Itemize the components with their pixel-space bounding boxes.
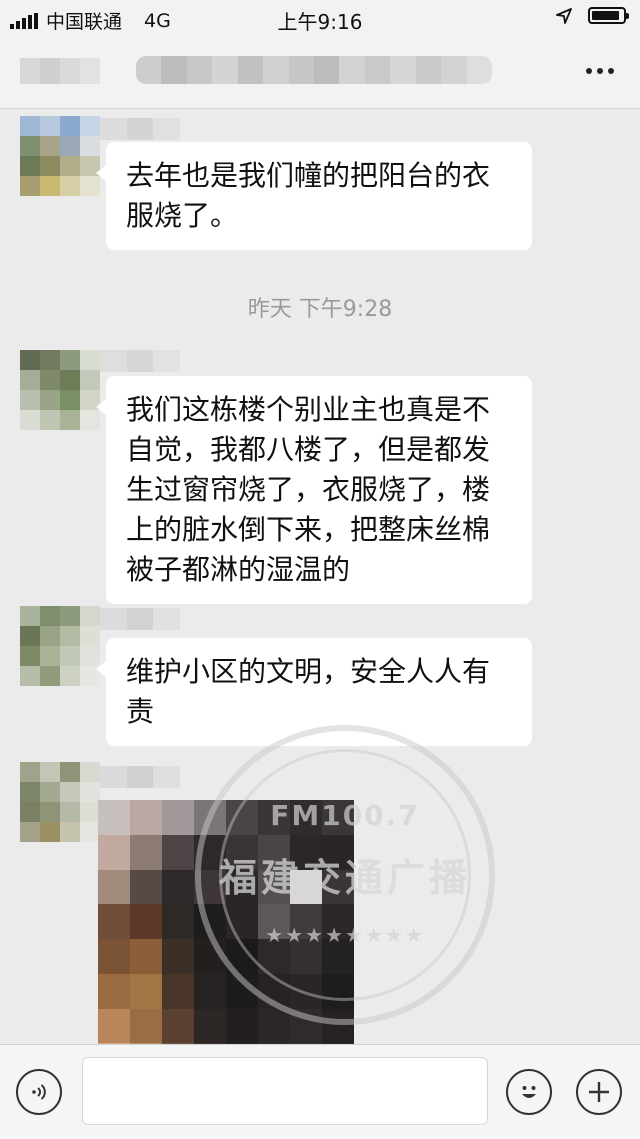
avatar[interactable] [20,116,100,196]
status-right [556,7,629,24]
chat-header [0,36,640,109]
message-input[interactable] [82,1057,488,1125]
emoji-icon[interactable] [506,1069,552,1115]
location-arrow-icon [556,7,572,24]
voice-icon[interactable] [16,1069,62,1115]
message-text: 我们这栋楼个别业主也真是不自觉，我都八楼了，但是都发生过窗帘烧了，衣服烧了，楼上… [126,393,491,586]
avatar[interactable] [20,606,100,686]
message-bubble[interactable]: 维护小区的文明，安全人人有责 [96,638,532,746]
back-button-blurred[interactable] [20,58,100,84]
avatar[interactable] [20,350,100,430]
sender-name-blurred [100,118,180,140]
message-bubble[interactable]: 去年也是我们幢的把阳台的衣服烧了。 [96,142,532,250]
sender-name-blurred [100,608,180,630]
image-message-thumbnail[interactable] [98,800,354,1078]
chat-title-blurred [136,56,492,84]
input-bar [0,1044,640,1139]
battery-icon [588,7,629,24]
plus-icon[interactable] [576,1069,622,1115]
message-text: 维护小区的文明，安全人人有责 [126,655,491,728]
avatar[interactable] [20,762,100,842]
more-dots-icon[interactable] [586,68,614,74]
status-time: 上午9:16 [277,10,363,34]
message-bubble[interactable]: 我们这栋楼个别业主也真是不自觉，我都八楼了，但是都发生过窗帘烧了，衣服烧了，楼上… [96,376,532,604]
message-text: 去年也是我们幢的把阳台的衣服烧了。 [126,159,491,232]
status-bar: 中国联通 4G 上午9:16 [0,0,640,36]
timestamp: 昨天 下午9:28 [247,297,393,322]
sender-name-blurred [100,766,180,788]
sender-name-blurred [100,350,180,372]
